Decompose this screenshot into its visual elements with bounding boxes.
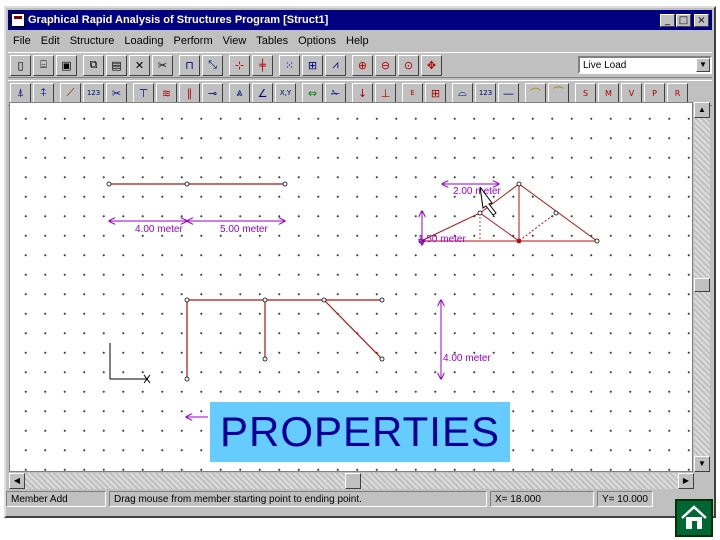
load-value-icon[interactable]: 123	[475, 82, 496, 104]
angle-icon[interactable]: ∠	[252, 82, 273, 104]
portal-frame[interactable]	[184, 297, 385, 382]
frame-icon[interactable]: ⊓	[179, 54, 200, 76]
zoom-all-icon[interactable]: ⊙	[398, 54, 419, 76]
properties-banner: PROPERTIES	[210, 402, 510, 462]
release-icon[interactable]: ⊸	[202, 82, 223, 104]
zoom-out-icon[interactable]: ⊖	[375, 54, 396, 76]
menu-structure[interactable]: Structure	[65, 35, 120, 47]
axis-icon[interactable]: X,Y	[275, 82, 296, 104]
home-button[interactable]	[675, 499, 713, 537]
menu-bar: File Edit Structure Loading Perform View…	[8, 32, 712, 50]
open-icon[interactable]: ⌸	[33, 54, 54, 76]
member-add-icon[interactable]: ⍏	[33, 82, 54, 104]
beam-span1-label: 4.00 meter	[135, 224, 183, 235]
scroll-right-icon[interactable]: ▶	[678, 473, 694, 489]
beam-dimension: 4.00 meter 5.00 meter	[109, 221, 285, 235]
zoom-in-icon[interactable]: ⊕	[352, 54, 373, 76]
scroll-up-icon[interactable]: ▲	[694, 102, 710, 118]
line-icon[interactable]: —	[498, 82, 519, 104]
member-line-icon[interactable]: ⟋	[60, 82, 81, 104]
moment-diagram-icon[interactable]: M	[598, 82, 619, 104]
menu-perform[interactable]: Perform	[169, 35, 218, 47]
axis-origin-icon	[109, 343, 151, 384]
frame-view-icon[interactable]: ⊞	[302, 54, 323, 76]
truss-dimension: 2.00 meter 1.50 meter	[418, 184, 501, 245]
distributed-load-icon[interactable]: ⌓	[452, 82, 473, 104]
point-load-icon[interactable]: ↓	[352, 82, 373, 104]
support-icon[interactable]: ⊤	[133, 82, 154, 104]
zoom-window-icon[interactable]: ⤡	[202, 54, 223, 76]
horizontal-scroll-thumb[interactable]	[345, 473, 361, 489]
status-hint: Drag mouse from member starting point to…	[109, 491, 487, 507]
truss-icon[interactable]: ⩓	[229, 82, 250, 104]
deflection-icon[interactable]: ⌒	[525, 82, 546, 104]
truss-width-label: 2.00 meter	[453, 186, 501, 197]
reaction-icon[interactable]: P	[644, 82, 665, 104]
table-icon[interactable]: ⊞	[425, 82, 446, 104]
shear-icon[interactable]: S	[575, 82, 596, 104]
window-title: Graphical Rapid Analysis of Structures P…	[28, 14, 329, 26]
vertical-scrollbar[interactable]: ▲ ▼	[694, 102, 710, 472]
moment-icon[interactable]: ⊥	[375, 82, 396, 104]
menu-options[interactable]: Options	[293, 35, 341, 47]
status-mode: Member Add	[6, 491, 106, 507]
shape-icon[interactable]: ⏜	[548, 82, 569, 104]
vertical-scroll-thumb[interactable]	[694, 278, 710, 292]
node-add-icon[interactable]: ⍋	[10, 82, 31, 104]
maximize-button[interactable]: □	[676, 13, 691, 27]
scroll-left-icon[interactable]: ◀	[9, 473, 25, 489]
menu-help[interactable]: Help	[341, 35, 374, 47]
status-x-coordinate: X= 18.000	[490, 491, 594, 507]
spring-icon[interactable]: ≋	[156, 82, 177, 104]
continuous-beam[interactable]	[106, 181, 288, 187]
grid-snap-icon[interactable]: ⊹	[229, 54, 250, 76]
copy-icon[interactable]: ⧉	[83, 54, 104, 76]
delete-member-icon[interactable]: ✂	[106, 82, 127, 104]
paste-icon[interactable]: ▤	[106, 54, 127, 76]
load-case-select[interactable]: Live Load ▼	[578, 56, 712, 74]
dimension-icon[interactable]: 123	[83, 82, 104, 104]
axial-icon[interactable]: V	[621, 82, 642, 104]
member-icon[interactable]: ╪	[252, 54, 273, 76]
horizontal-scrollbar[interactable]: ◀ ▶	[9, 473, 694, 489]
chevron-down-icon[interactable]: ▼	[696, 58, 710, 72]
load-case-value: Live Load	[583, 59, 627, 71]
menu-edit[interactable]: Edit	[36, 35, 65, 47]
frame-dimension: 4.00 meter	[186, 300, 491, 417]
close-button[interactable]: ×	[694, 13, 709, 27]
save-icon[interactable]: ▣	[56, 54, 77, 76]
app-icon[interactable]	[11, 13, 25, 27]
cut-icon[interactable]: ✂	[152, 54, 173, 76]
truss-height-label: 1.50 meter	[418, 234, 466, 245]
result-icon[interactable]: R	[667, 82, 688, 104]
move-icon[interactable]: ⇔	[302, 82, 323, 104]
menu-tables[interactable]: Tables	[251, 35, 293, 47]
beam-span2-label: 5.00 meter	[220, 224, 268, 235]
delete-icon[interactable]: ✕	[129, 54, 150, 76]
menu-loading[interactable]: Loading	[119, 35, 168, 47]
grid-icon[interactable]: ⁙	[279, 54, 300, 76]
scroll-down-icon[interactable]: ▼	[694, 456, 710, 472]
new-icon[interactable]: ▯	[10, 54, 31, 76]
truss-view-icon[interactable]: ⩘	[325, 54, 346, 76]
pan-icon[interactable]: ✥	[421, 54, 442, 76]
properties-icon[interactable]: E	[402, 82, 423, 104]
minimize-button[interactable]: _	[660, 13, 675, 27]
hinge-icon[interactable]: ∥	[179, 82, 200, 104]
status-bar: Member Add Drag mouse from member starti…	[6, 490, 710, 508]
frame-height-label: 4.00 meter	[443, 353, 491, 364]
scissors-icon[interactable]: ✁	[325, 82, 346, 104]
menu-view[interactable]: View	[218, 35, 252, 47]
status-y-coordinate: Y= 10.000	[597, 491, 653, 507]
title-bar: Graphical Rapid Analysis of Structures P…	[8, 10, 712, 30]
home-icon	[681, 505, 707, 529]
menu-file[interactable]: File	[8, 35, 36, 47]
